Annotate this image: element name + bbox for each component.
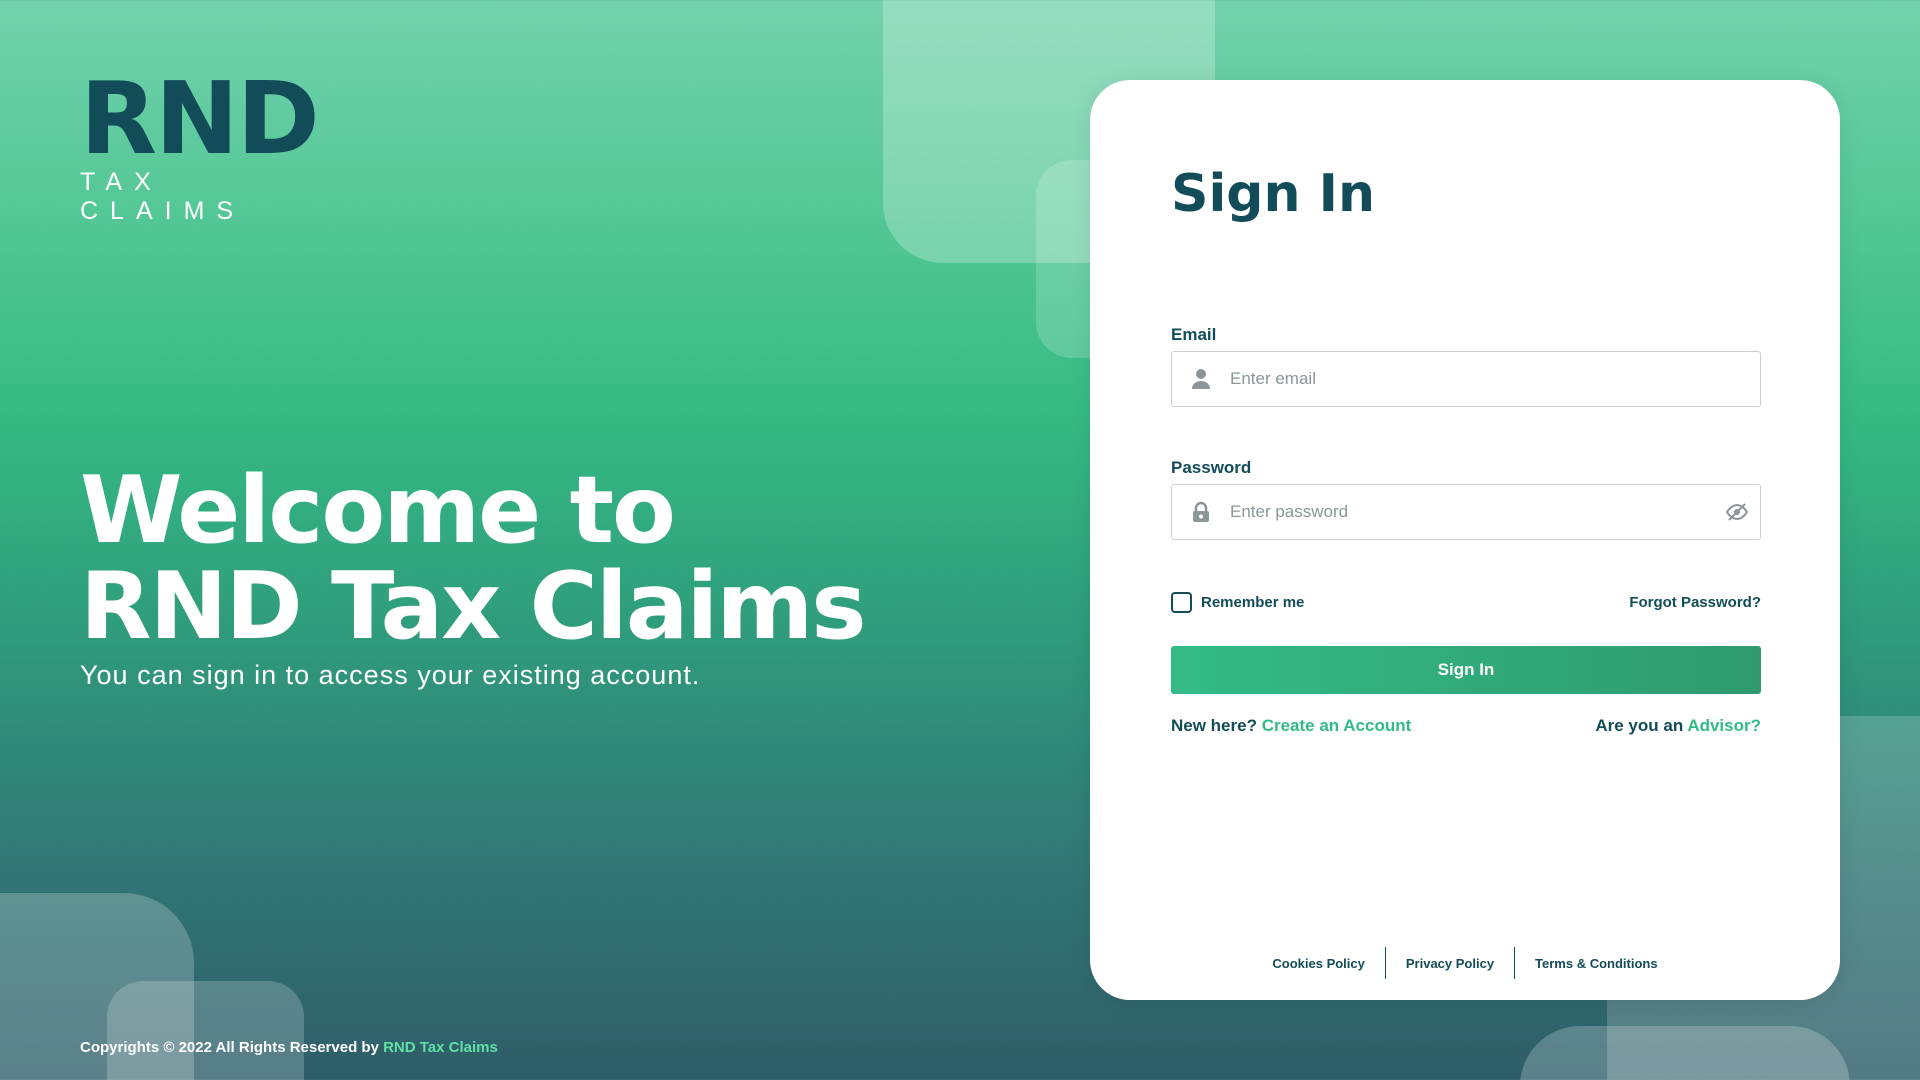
copyright-text: Copyrights © 2022 All Rights Reserved by [80, 1039, 384, 1056]
email-input[interactable] [1230, 369, 1760, 389]
signin-title: Sign In [1171, 164, 1375, 224]
create-account-link[interactable]: Create an Account [1262, 716, 1412, 735]
new-here-text: New here? [1171, 716, 1262, 735]
advisor-prompt: Are you an Advisor? [1595, 716, 1761, 736]
user-icon [1172, 368, 1230, 390]
copyright-brand-link[interactable]: RND Tax Claims [383, 1039, 498, 1056]
cookies-policy-link[interactable]: Cookies Policy [1252, 956, 1384, 971]
advisor-text: Are you an [1595, 716, 1688, 735]
signin-card: Sign In Email Password Remember me Forgo… [1090, 80, 1840, 1000]
copyright: Copyrights © 2022 All Rights Reserved by… [80, 1039, 498, 1056]
forgot-password-link[interactable]: Forgot Password? [1629, 594, 1761, 611]
email-label: Email [1171, 325, 1217, 344]
remember-label: Remember me [1201, 594, 1305, 611]
remember-checkbox[interactable] [1171, 592, 1192, 613]
privacy-policy-link[interactable]: Privacy Policy [1386, 956, 1514, 971]
hero-title-line1: Welcome to [80, 456, 676, 564]
hero-title-line2: RND Tax Claims [80, 552, 867, 660]
terms-link[interactable]: Terms & Conditions [1515, 956, 1678, 971]
password-label: Password [1171, 458, 1252, 477]
hero-title: Welcome to RND Tax Claims [80, 462, 867, 654]
logo[interactable]: RND TAX CLAIMS [80, 60, 340, 226]
advisor-link[interactable]: Advisor? [1687, 716, 1761, 735]
logo-mark: RND [80, 60, 320, 177]
email-field-wrapper[interactable] [1171, 351, 1761, 407]
password-field-wrapper[interactable] [1171, 484, 1761, 540]
new-here: New here? Create an Account [1171, 716, 1411, 736]
eye-slash-icon[interactable] [1714, 502, 1760, 522]
lock-icon [1172, 501, 1230, 523]
decor-shape [1520, 1026, 1850, 1080]
decor-shape [107, 981, 304, 1080]
remember-me[interactable]: Remember me [1171, 592, 1304, 613]
signin-button[interactable]: Sign In [1171, 646, 1761, 694]
card-footer: Cookies Policy Privacy Policy Terms & Co… [1090, 947, 1840, 979]
hero-subtitle: You can sign in to access your existing … [80, 660, 701, 690]
password-input[interactable] [1230, 502, 1714, 522]
hero: Welcome to RND Tax Claims You can sign i… [80, 462, 867, 691]
